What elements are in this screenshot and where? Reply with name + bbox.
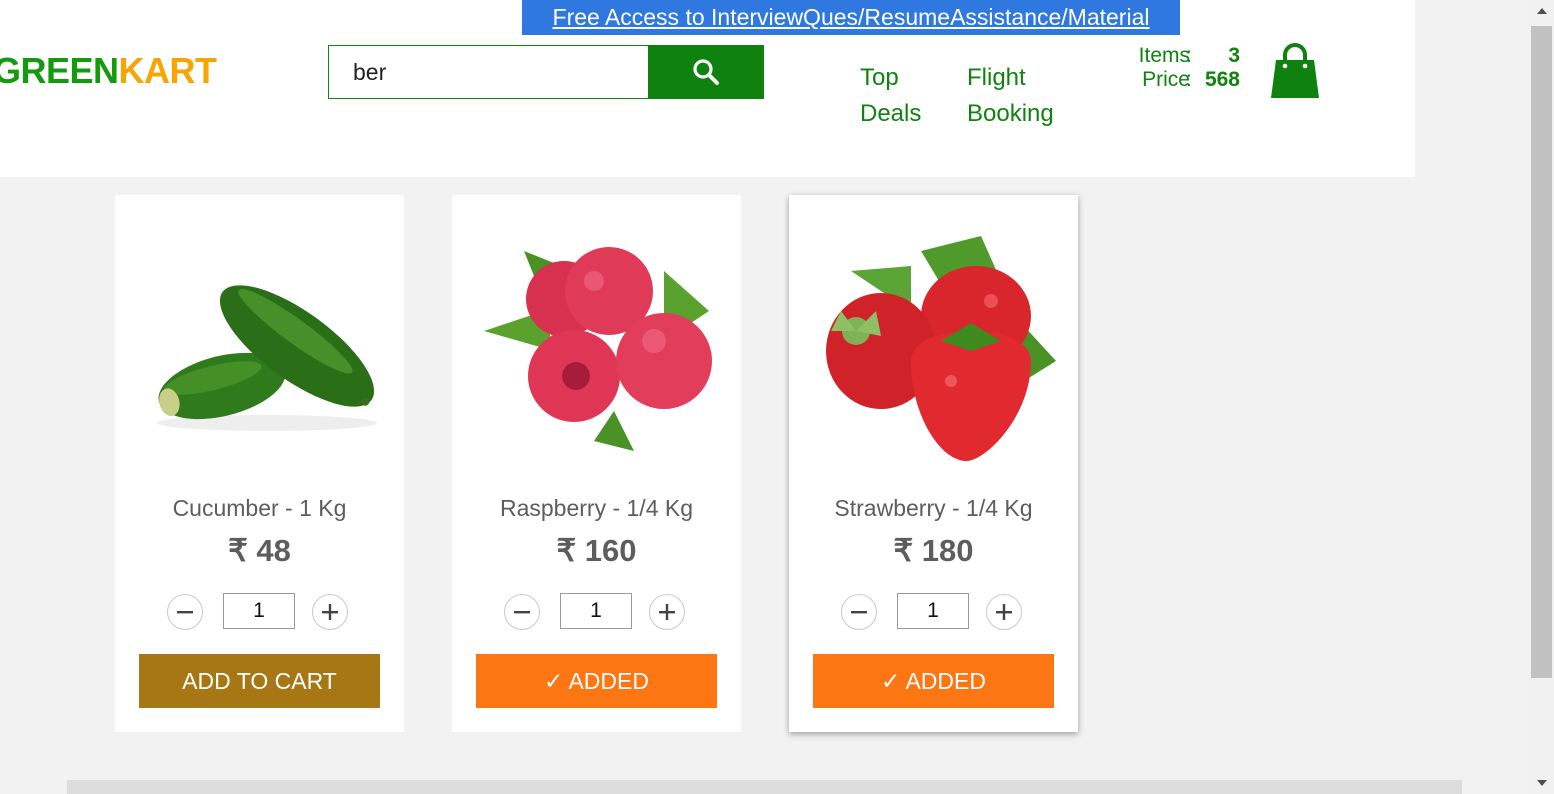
caret-down-icon bbox=[1536, 780, 1547, 786]
cart-items-count: 3 bbox=[1228, 44, 1240, 67]
plus-icon bbox=[659, 604, 675, 620]
minus-icon bbox=[851, 611, 867, 614]
product-name: Strawberry - 1/4 Kg bbox=[834, 495, 1033, 521]
product-card-raspberry: Raspberry - 1/4 Kg ₹ 160 ✓ ADDED bbox=[452, 195, 741, 732]
quantity-stepper bbox=[504, 593, 690, 631]
product-name: Raspberry - 1/4 Kg bbox=[499, 495, 694, 521]
nav-flight-booking-link[interactable]: Flight Booking bbox=[967, 60, 1077, 132]
added-to-cart-button[interactable]: ✓ ADDED bbox=[813, 654, 1054, 708]
cart-summary: Items : 3 Price : 568 bbox=[1110, 44, 1245, 92]
search-bar bbox=[328, 45, 764, 99]
decrement-button[interactable] bbox=[841, 594, 877, 630]
product-card-cucumber: Cucumber - 1 Kg ₹ 48 ADD TO CART bbox=[115, 195, 404, 732]
increment-button[interactable] bbox=[312, 594, 348, 630]
caret-up-icon bbox=[1536, 8, 1547, 14]
plus-icon bbox=[996, 604, 1012, 620]
add-to-cart-button[interactable]: ADD TO CART bbox=[139, 654, 380, 708]
quantity-input[interactable] bbox=[223, 593, 295, 629]
quantity-input[interactable] bbox=[560, 593, 632, 629]
scroll-up-arrow[interactable] bbox=[1529, 0, 1554, 22]
quantity-stepper bbox=[841, 593, 1027, 631]
cart-items-label: Items bbox=[1138, 44, 1190, 67]
nav-flight-line2: Booking bbox=[967, 100, 1054, 127]
brand-part-green: GREEN bbox=[0, 50, 119, 91]
product-image-cucumber bbox=[127, 211, 392, 481]
cart-button[interactable] bbox=[1268, 42, 1322, 100]
nav-flight-line1: Flight bbox=[967, 64, 1026, 91]
quantity-stepper bbox=[167, 593, 353, 631]
promo-link[interactable]: Free Access to InterviewQues/ResumeAssis… bbox=[522, 0, 1180, 35]
product-price: ₹ 180 bbox=[893, 533, 974, 568]
footer-bar bbox=[67, 780, 1462, 794]
decrement-button[interactable] bbox=[167, 594, 203, 630]
added-to-cart-button[interactable]: ✓ ADDED bbox=[476, 654, 717, 708]
cart-price-total: 568 bbox=[1204, 68, 1240, 91]
cart-price-label: Price bbox=[1142, 68, 1190, 91]
search-icon bbox=[693, 59, 719, 85]
minus-icon bbox=[514, 611, 530, 614]
minus-icon bbox=[177, 611, 193, 614]
search-button[interactable] bbox=[648, 45, 764, 99]
brand-part-kart: KART bbox=[118, 50, 217, 91]
product-name: Cucumber - 1 Kg bbox=[172, 495, 347, 521]
product-price: ₹ 48 bbox=[228, 533, 291, 568]
site-header: Free Access to InterviewQues/ResumeAssis… bbox=[0, 0, 1415, 177]
decrement-button[interactable] bbox=[504, 594, 540, 630]
search-input[interactable] bbox=[328, 45, 650, 99]
nav-top-deals-line1: Top bbox=[860, 64, 899, 91]
product-image-raspberry bbox=[464, 211, 729, 481]
scrollbar-thumb[interactable] bbox=[1531, 26, 1552, 678]
increment-button[interactable] bbox=[986, 594, 1022, 630]
increment-button[interactable] bbox=[649, 594, 685, 630]
cart-price-colon: : bbox=[1186, 68, 1192, 91]
plus-icon bbox=[322, 604, 338, 620]
nav-top-deals-line2: Deals bbox=[860, 100, 922, 127]
product-card-strawberry: Strawberry - 1/4 Kg ₹ 180 ✓ ADDED bbox=[789, 195, 1078, 732]
product-price: ₹ 160 bbox=[556, 533, 637, 568]
product-image-strawberry bbox=[801, 211, 1066, 481]
quantity-input[interactable] bbox=[897, 593, 969, 629]
brand-logo[interactable]: GREENKART bbox=[0, 50, 217, 92]
cart-items-colon: : bbox=[1186, 44, 1192, 67]
nav-top-deals-link[interactable]: Top Deals bbox=[860, 60, 940, 132]
cart-price-row: Price : 568 bbox=[1110, 68, 1245, 92]
shopping-bag-icon bbox=[1271, 43, 1319, 98]
page-scrollbar[interactable] bbox=[1529, 0, 1554, 794]
cart-items-row: Items : 3 bbox=[1110, 44, 1245, 68]
scroll-down-arrow[interactable] bbox=[1529, 772, 1554, 794]
